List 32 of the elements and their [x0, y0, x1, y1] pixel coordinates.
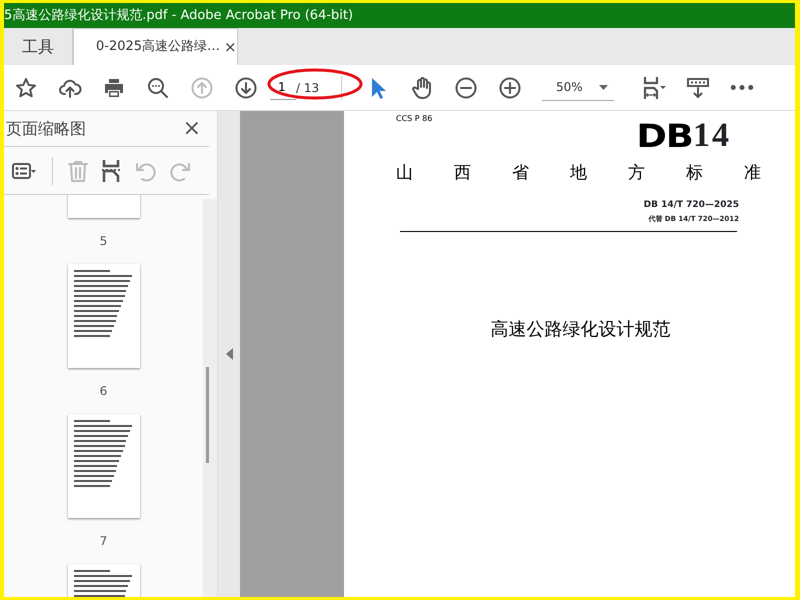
- close-tab-button[interactable]: ×: [220, 36, 241, 58]
- page-number-input[interactable]: 1: [270, 76, 296, 100]
- caret-icon: [599, 84, 608, 90]
- trash-icon: [66, 158, 90, 182]
- zoom-dropdown[interactable]: 50%: [542, 74, 614, 100]
- star-icon: [14, 76, 38, 100]
- close-button[interactable]: ×: [182, 118, 201, 140]
- collapse-arrow-icon[interactable]: [226, 348, 232, 360]
- window-title: 5高速公路绿化设计规范.pdf - Adobe Acrobat Pro (64-bit): [4, 3, 795, 28]
- more-icon: [730, 85, 754, 90]
- zoom-out-icon: [454, 76, 478, 100]
- standard-heading: 山西省地方标准: [396, 162, 761, 185]
- tab[interactable]: 0-2025高速公路绿… ×: [73, 28, 238, 65]
- page-count: / 13: [296, 80, 320, 96]
- standard-number: 14: [693, 119, 731, 153]
- zoom-in-icon: [498, 76, 522, 100]
- page-number: 6: [100, 383, 108, 400]
- hand-icon: [410, 76, 434, 100]
- page-thumbnail[interactable]: [68, 264, 140, 368]
- document-title: 高速公路绿化设计规范: [490, 318, 672, 342]
- scrollbar[interactable]: [203, 199, 217, 597]
- page-number: 7: [100, 533, 108, 550]
- page-number: 5: [100, 233, 108, 250]
- page-thumbnail[interactable]: [68, 414, 140, 518]
- panel-title: 页面缩略图: [6, 118, 86, 140]
- scroll-down-icon: [686, 76, 710, 100]
- standard-logo-mark: DB: [636, 120, 693, 152]
- search-icon: [146, 76, 170, 100]
- tab-label: 0-2025高速公路绿…: [96, 38, 220, 56]
- classification-code: CCS P 86: [396, 113, 434, 125]
- page-display-icon: [642, 76, 666, 100]
- standard-code: DB 14/T 720—2025: [642, 198, 739, 212]
